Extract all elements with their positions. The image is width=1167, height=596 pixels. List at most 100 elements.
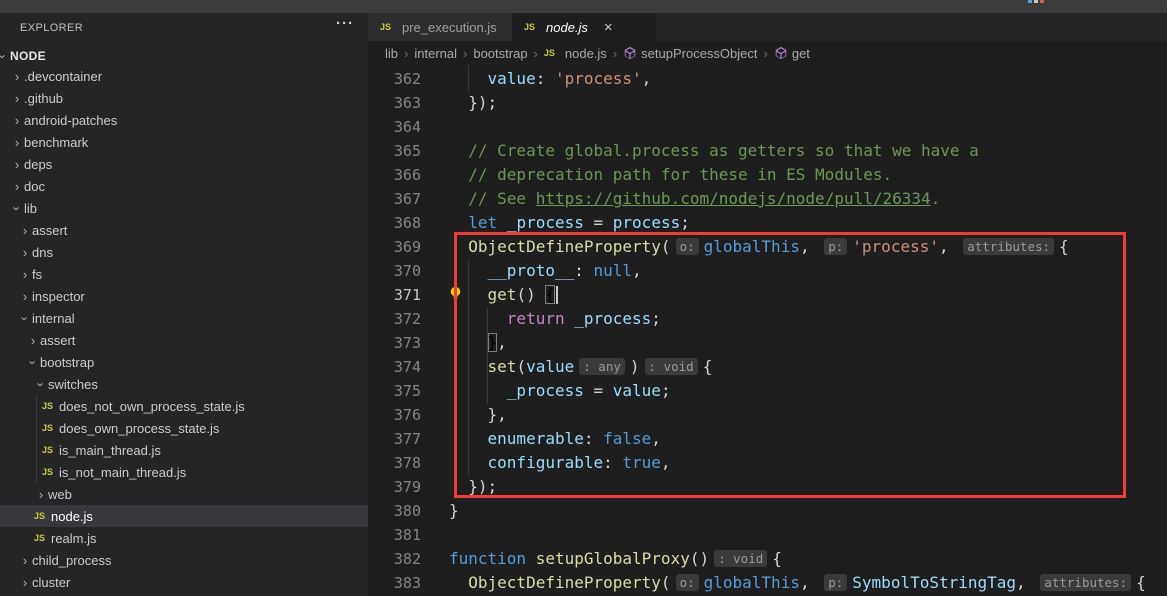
code-token: (): [690, 549, 709, 568]
code-line-379[interactable]: 379 });: [368, 475, 1167, 499]
tree-item-label: internal: [32, 311, 75, 326]
code-token: [497, 213, 507, 232]
breadcrumb-item-get[interactable]: get: [774, 46, 810, 61]
code-token: [449, 237, 468, 256]
breadcrumb-item-bootstrap[interactable]: bootstrap: [473, 46, 527, 61]
tree-item-switches[interactable]: ›switches: [0, 373, 368, 395]
tree-item-does_not_own_process_state.js[interactable]: JSdoes_not_own_process_state.js: [0, 395, 368, 417]
code-line-368[interactable]: 368 let _process = process;: [368, 211, 1167, 235]
code-token: __proto__: [488, 261, 575, 280]
code-token: [449, 309, 507, 328]
code-token: ;: [680, 213, 690, 232]
tree-item-is_not_main_thread.js[interactable]: JSis_not_main_thread.js: [0, 461, 368, 483]
chevron-right-icon: ›: [34, 487, 48, 502]
close-icon[interactable]: ×: [604, 20, 613, 35]
tree-item-does_own_process_state.js[interactable]: JSdoes_own_process_state.js: [0, 417, 368, 439]
code-line-383[interactable]: 383 ObjectDefineProperty(o:globalThis, p…: [368, 571, 1167, 595]
tree-item-is_main_thread.js[interactable]: JSis_main_thread.js: [0, 439, 368, 461]
line-number[interactable]: 380: [388, 499, 421, 523]
code-line-364[interactable]: 364: [368, 115, 1167, 139]
tree-item-deps[interactable]: ›deps: [0, 153, 368, 175]
tree-item-.github[interactable]: ›.github: [0, 87, 368, 109]
inlay-hint: p:: [824, 238, 847, 255]
tree-item-web[interactable]: ›web: [0, 483, 368, 505]
code-token: [449, 189, 468, 208]
line-number[interactable]: 367: [388, 187, 421, 211]
code-line-367[interactable]: 367 // See https://github.com/nodejs/nod…: [368, 187, 1167, 211]
code-line-370[interactable]: 370 __proto__: null,: [368, 259, 1167, 283]
tree-item-label: child_process: [32, 553, 112, 568]
line-number[interactable]: 363: [388, 91, 421, 115]
code-line-362[interactable]: 362 value: 'process',: [368, 67, 1167, 91]
line-number[interactable]: 375: [388, 379, 421, 403]
tree-item-child_process[interactable]: ›child_process: [0, 549, 368, 571]
line-number[interactable]: 377: [388, 427, 421, 451]
tree-item-benchmark[interactable]: ›benchmark: [0, 131, 368, 153]
tab-bar: JSpre_execution.jsJSnode.js×: [368, 13, 1167, 41]
line-number[interactable]: 382: [388, 547, 421, 571]
breadcrumb-label: internal: [414, 46, 457, 61]
titlebar-icon-fragment: [1028, 0, 1032, 3]
tab-pre_execution.js[interactable]: JSpre_execution.js: [368, 13, 512, 41]
line-number[interactable]: 368: [388, 211, 421, 235]
breadcrumb-item-lib[interactable]: lib: [385, 46, 398, 61]
line-number[interactable]: 372: [388, 307, 421, 331]
code-line-366[interactable]: 366 // deprecation path for these in ES …: [368, 163, 1167, 187]
line-number[interactable]: 370: [388, 259, 421, 283]
code-line-376[interactable]: 376 },: [368, 403, 1167, 427]
line-number[interactable]: 381: [388, 523, 421, 547]
code-token: [449, 69, 488, 88]
line-number[interactable]: 371: [388, 283, 421, 307]
tab-node.js[interactable]: JSnode.js×: [512, 13, 656, 41]
tree-item-realm.js[interactable]: JSrealm.js: [0, 527, 368, 549]
code-text: ObjectDefineProperty(o:globalThis, p:'pr…: [449, 235, 1069, 259]
tree-item-assert[interactable]: ›assert: [0, 329, 368, 351]
code-line-381[interactable]: 381: [368, 523, 1167, 547]
code-line-369[interactable]: 369 ObjectDefineProperty(o:globalThis, p…: [368, 235, 1167, 259]
code-line-382[interactable]: 382function setupGlobalProxy(): void{: [368, 547, 1167, 571]
tree-item-bootstrap[interactable]: ›bootstrap: [0, 351, 368, 373]
more-actions-icon[interactable]: ···: [336, 15, 354, 32]
tree-item-inspector[interactable]: ›inspector: [0, 285, 368, 307]
tree-item-assert[interactable]: ›assert: [0, 219, 368, 241]
js-file-icon: JS: [42, 467, 59, 477]
line-number[interactable]: 362: [388, 67, 421, 91]
tree-item-dns[interactable]: ›dns: [0, 241, 368, 263]
code-line-365[interactable]: 365 // Create global.process as getters …: [368, 139, 1167, 163]
code-line-363[interactable]: 363 });: [368, 91, 1167, 115]
line-number[interactable]: 374: [388, 355, 421, 379]
breadcrumb-item-setupProcessObject[interactable]: setupProcessObject: [623, 46, 757, 61]
code-line-372[interactable]: 372 return _process;: [368, 307, 1167, 331]
code-line-371[interactable]: 371 get() {: [368, 283, 1167, 307]
tree-item-android-patches[interactable]: ›android-patches: [0, 109, 368, 131]
line-number[interactable]: 365: [388, 139, 421, 163]
code-line-378[interactable]: 378 configurable: true,: [368, 451, 1167, 475]
code-line-373[interactable]: 373 },: [368, 331, 1167, 355]
code-area[interactable]: 361 configurable: false,362 value: 'proc…: [368, 65, 1167, 596]
code-line-380[interactable]: 380}: [368, 499, 1167, 523]
code-line-375[interactable]: 375 _process = value;: [368, 379, 1167, 403]
line-number[interactable]: 376: [388, 403, 421, 427]
code-line-374[interactable]: 374 set(value: any): void{: [368, 355, 1167, 379]
tree-item-node.js[interactable]: JSnode.js: [0, 505, 368, 527]
code-line-377[interactable]: 377 enumerable: false,: [368, 427, 1167, 451]
tree-item-lib[interactable]: ›lib: [0, 197, 368, 219]
breadcrumb-item-internal[interactable]: internal: [414, 46, 457, 61]
tree-item-.devcontainer[interactable]: ›.devcontainer: [0, 65, 368, 87]
line-number[interactable]: 379: [388, 475, 421, 499]
line-number[interactable]: 373: [388, 331, 421, 355]
line-number[interactable]: 383: [388, 571, 421, 595]
line-number[interactable]: 366: [388, 163, 421, 187]
tree-item-internal[interactable]: ›internal: [0, 307, 368, 329]
tree-item-doc[interactable]: ›doc: [0, 175, 368, 197]
line-number[interactable]: 364: [388, 115, 421, 139]
code-token: value: [526, 357, 574, 376]
line-number[interactable]: 369: [388, 235, 421, 259]
tree-item-fs[interactable]: ›fs: [0, 263, 368, 285]
code-token: [565, 309, 575, 328]
tree-item-cluster[interactable]: ›cluster: [0, 571, 368, 593]
breadcrumb-item-node.js[interactable]: JSnode.js: [544, 46, 607, 61]
line-number[interactable]: 378: [388, 451, 421, 475]
explorer-title: EXPLORER: [20, 22, 83, 34]
workspace-section-header[interactable]: › NODE: [0, 45, 368, 67]
